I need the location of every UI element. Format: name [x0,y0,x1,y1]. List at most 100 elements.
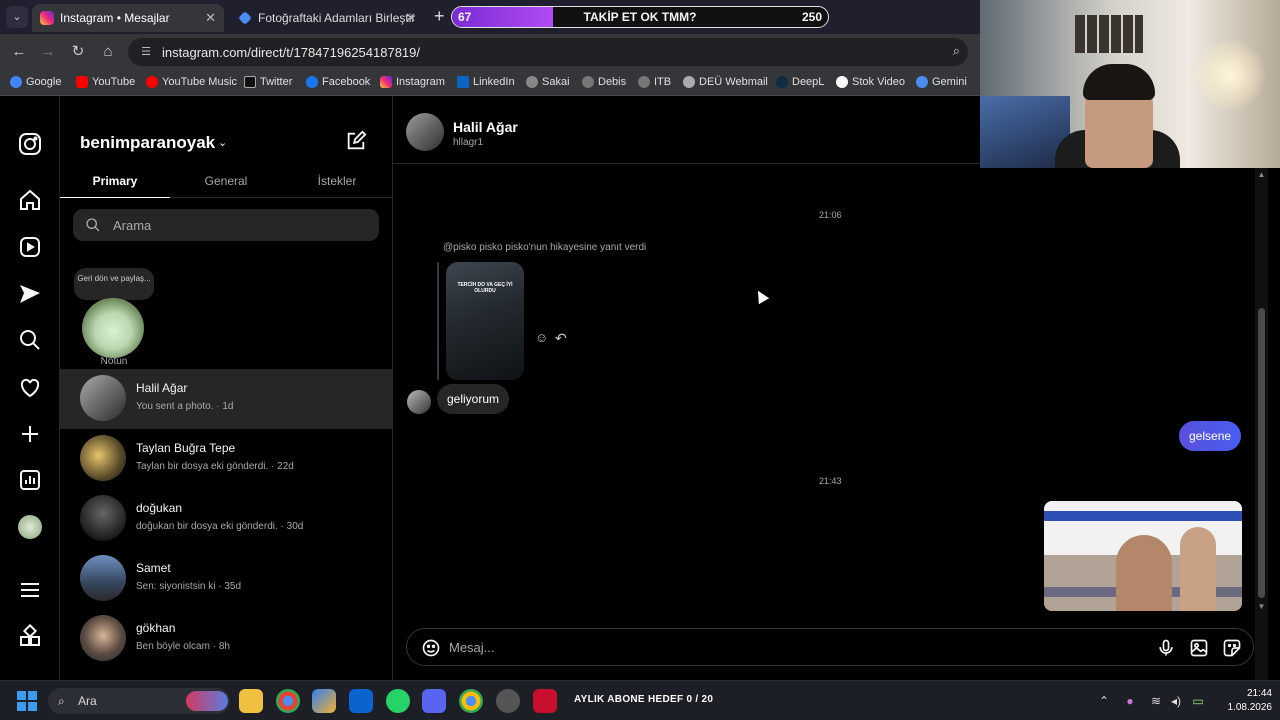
note-bubble[interactable]: Geri dön ve paylaş... [74,268,154,300]
bookmark-label: Facebook [322,76,371,88]
search-icon[interactable] [18,328,42,352]
bookmark-debis[interactable]: Debis [582,76,626,88]
conversation-preview: You sent a photo. · 1d [136,401,234,412]
message-input[interactable]: Mesaj... [406,628,1254,666]
reply-icon[interactable]: ↶ [555,330,569,346]
outlook-icon[interactable] [349,689,373,713]
menu-icon[interactable] [18,578,42,602]
chevron-down-icon[interactable]: ⌄ [218,136,230,149]
conversation-item[interactable]: Taylan Buğra Tepe Taylan bir dosya eki g… [60,429,393,489]
reels-icon[interactable] [18,235,42,259]
conversation-item[interactable]: doğukan doğukan bir dosya eki gönderdi. … [60,489,393,549]
bookmark-stok-video[interactable]: Stok Video [836,76,905,88]
steam-icon[interactable] [496,689,520,713]
insights-icon[interactable] [18,468,42,492]
discord-icon[interactable] [422,689,446,713]
scroll-thumb[interactable] [1258,308,1265,598]
reload-icon[interactable]: ↻ [68,42,88,62]
incoming-message[interactable]: geliyorum [437,384,510,414]
messages-icon[interactable] [18,282,42,306]
zoom-icon[interactable]: ⌕ [953,43,960,59]
forward-arrow-icon[interactable]: → [38,42,58,62]
scroll-down-icon[interactable]: ▼ [1256,602,1267,612]
account-switcher[interactable]: benimparanoyak [80,133,215,153]
taskbar-search-text: Ara [78,694,97,708]
tab-title: Fotoğraftaki Adamları Birleştir [258,11,416,25]
microphone-icon[interactable] [1156,638,1176,658]
bookmark-gemini[interactable]: Gemini [916,76,967,88]
message-placeholder: Mesaj... [449,640,495,655]
inbox-panel: benimparanoyak ⌄ Primary General İstekle… [60,96,393,680]
clock-date: 1.08.2026 [1227,702,1273,713]
system-clock[interactable]: 21:44 1.08.2026 [1210,687,1273,715]
microphone-icon[interactable]: ● [1122,693,1138,709]
whatsapp-icon[interactable] [386,689,410,713]
bookmark-instagram[interactable]: Instagram [380,76,445,88]
close-tab-icon[interactable]: ✕ [205,4,216,32]
address-bar[interactable]: ☰ instagram.com/direct/t/178471962541878… [128,38,968,66]
tab-search-dropdown[interactable]: ⌄ [6,6,28,28]
google-icon [10,76,22,88]
new-tab-button[interactable]: + [434,6,445,27]
story-thumbnail[interactable]: TERCİH DO VA GEÇ İYİ OLURDU [446,262,524,380]
bookmark-label: ITB [654,76,672,88]
conversation-item[interactable]: Halil Ağar You sent a photo. · 1d [60,369,393,429]
home-icon[interactable] [18,188,42,212]
bookmark-facebook[interactable]: Facebook [306,76,370,88]
tab-primary[interactable]: Primary [60,174,170,188]
create-icon[interactable] [18,422,42,446]
sticker-icon[interactable] [1222,638,1242,658]
react-emoji-icon[interactable]: ☺ [535,330,549,345]
tab-requests[interactable]: İstekler [282,174,392,188]
image-icon[interactable] [1189,638,1209,658]
chevron-up-icon[interactable]: ⌃ [1096,693,1112,709]
tab-general[interactable]: General [171,174,281,188]
chrome-icon[interactable] [276,689,300,713]
bookmark-itb[interactable]: ITB [638,76,671,88]
bookmark-deepl[interactable]: DeepL [776,76,824,88]
bookmark-label: Gemini [932,76,967,88]
instagram-logo-icon[interactable] [18,132,42,156]
bookmark-deu-webmail[interactable]: DEÜ Webmail [683,76,768,88]
conversation-name: doğukan [136,501,183,515]
conversation-item[interactable]: gökhan Ben böyle olcam · 8h [60,609,393,669]
avatar[interactable] [406,113,444,151]
avatar [80,555,126,601]
bookmark-label: DEÜ Webmail [699,76,768,88]
bookmark-youtube-music[interactable]: YouTube Music [146,76,237,88]
home-icon[interactable]: ⌂ [98,42,118,62]
compose-icon[interactable] [345,130,367,152]
site-info-icon[interactable]: ☰ [138,44,154,60]
volume-icon[interactable]: ◂) [1168,693,1184,709]
chat-contact-name[interactable]: Halil Ağar [453,119,518,135]
windows-start-icon[interactable] [17,691,37,711]
bookmark-youtube[interactable]: YouTube [76,76,135,88]
battery-icon[interactable]: ▭ [1190,693,1206,709]
conversation-preview: Taylan bir dosya eki gönderdi. · 22d [136,461,294,472]
taskbar-search[interactable]: ⌕ Ara [48,688,230,714]
debis-icon [582,76,594,88]
bookmark-linkedin[interactable]: LinkedIn [457,76,515,88]
ticket-app-icon[interactable] [533,689,557,713]
outgoing-message[interactable]: gelsene [1179,421,1242,451]
close-tab-icon[interactable]: ✕ [405,4,416,32]
chrome-profile-icon[interactable] [459,689,483,713]
note-avatar[interactable] [82,298,144,358]
wifi-icon[interactable]: ≋ [1148,693,1164,709]
apps-icon[interactable] [18,623,42,648]
conversation-item[interactable]: Samet Sen: siyonistsin ki · 35d [60,549,393,609]
tab-gemini[interactable]: Fotoğraftaki Adamları Birleştir ✕ [230,4,424,32]
bookmark-google[interactable]: Google [10,76,61,88]
bookmark-sakai[interactable]: Sakai [526,76,570,88]
emoji-icon[interactable] [421,638,441,658]
profile-avatar[interactable] [18,515,42,539]
scroll-up-icon[interactable]: ▲ [1256,170,1267,180]
heart-icon[interactable] [18,375,42,399]
bookmark-twitter[interactable]: Twitter [244,76,292,88]
search-input[interactable]: Arama [73,209,379,241]
back-arrow-icon[interactable]: ← [9,42,29,62]
chat-scrollbar[interactable]: ▲ ▼ [1255,168,1268,680]
store-icon[interactable] [312,689,336,713]
file-explorer-icon[interactable] [239,689,263,713]
tab-instagram[interactable]: Instagram • Mesajlar ✕ [32,4,224,32]
